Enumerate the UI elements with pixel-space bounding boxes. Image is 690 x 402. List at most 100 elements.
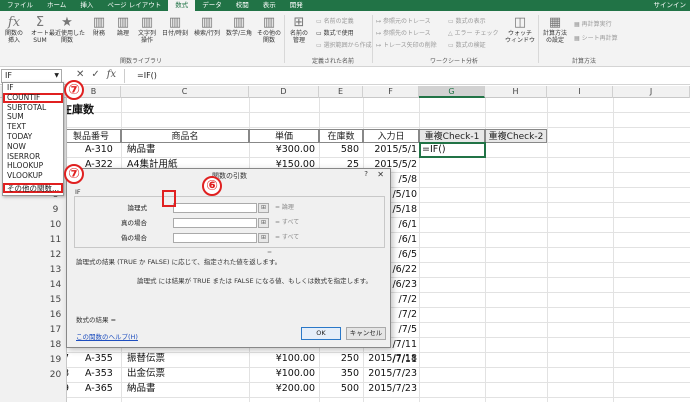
show-formulas-button[interactable]: ▭ 数式の表示 <box>448 16 486 25</box>
tab-view[interactable]: 表示 <box>256 0 283 11</box>
watch-icon: ◫ <box>513 15 527 30</box>
dialog-title: 関数の引数 <box>212 172 247 180</box>
financial-button[interactable]: ▥ 財務 <box>88 15 110 38</box>
column-header-j[interactable]: J <box>613 86 690 98</box>
close-icon[interactable]: ✕ <box>377 170 384 179</box>
row-header[interactable]: 13 <box>44 265 67 275</box>
error-checking-button[interactable]: △ エラー チェック <box>448 28 498 37</box>
column-header-i[interactable]: I <box>547 86 613 98</box>
range-select-icon[interactable]: ⊞ <box>258 233 269 243</box>
row-header[interactable]: 19 <box>44 355 67 365</box>
calculate-sheet-button[interactable]: ▦ シート再計算 <box>574 33 618 42</box>
more-functions-item[interactable]: その他の関数... <box>3 182 63 193</box>
row-header[interactable]: 18 <box>44 340 67 350</box>
logical-button[interactable]: ▥ 論理 <box>112 15 134 38</box>
function-item-text[interactable]: TEXT <box>3 122 63 132</box>
cancel-icon[interactable]: ✕ <box>76 69 84 80</box>
trace-precedents-button[interactable]: ↦ 参照元のトレース <box>376 16 431 25</box>
range-select-icon[interactable]: ⊞ <box>258 203 269 213</box>
column-header-d[interactable]: D <box>249 86 319 98</box>
column-header-g[interactable]: G <box>419 86 485 98</box>
trace-dependents-button[interactable]: ↦ 参照先のトレース <box>376 28 431 37</box>
header-dup-check-2: 重複Check-2 <box>485 129 547 143</box>
define-name-button[interactable]: ▭ 名前の定義 <box>316 16 354 25</box>
autosum-button[interactable]: Σ オート SUM <box>29 15 51 44</box>
function-item-sum[interactable]: SUM <box>3 112 63 122</box>
signin-link[interactable]: サインイン <box>654 0 690 11</box>
remove-arrows-button[interactable]: ↦ トレース矢印の削除 <box>376 40 437 49</box>
function-item-hlookup[interactable]: HLOOKUP <box>3 161 63 171</box>
tab-data[interactable]: データ <box>195 0 229 11</box>
tab-review[interactable]: 校閲 <box>229 0 256 11</box>
row-header[interactable]: 11 <box>44 235 67 245</box>
sum-icon: Σ <box>35 15 45 30</box>
watch-window-button[interactable]: ◫ ウォッチ ウィンドウ <box>505 15 535 44</box>
cancel-button[interactable]: キャンセル <box>346 327 386 340</box>
tab-formulas[interactable]: 数式 <box>168 0 196 11</box>
argument-description: 論理式 には結果が TRUE または FALSE になる値、もしくは数式を指定し… <box>137 277 372 285</box>
row-header[interactable]: 9 <box>44 205 67 215</box>
row-header[interactable]: 14 <box>44 280 67 290</box>
grid-line <box>67 127 690 128</box>
function-item-iserror[interactable]: ISERROR <box>3 152 63 162</box>
text-functions-button[interactable]: ▥ 文字列 操作 <box>136 15 158 44</box>
sheet-title: 在庫数 <box>67 103 94 116</box>
value-if-true-input[interactable] <box>173 218 257 228</box>
enter-icon[interactable]: ✓ <box>91 69 99 80</box>
logical-test-input[interactable] <box>173 203 257 213</box>
tab-developer[interactable]: 開発 <box>283 0 310 11</box>
tag-icon: ⊞ <box>293 15 305 30</box>
name-manager-button[interactable]: ⊞ 名前の 管理 <box>287 15 311 44</box>
row-header[interactable]: 17 <box>44 325 67 335</box>
fx-icon[interactable]: fx <box>107 69 116 80</box>
use-in-formula-button[interactable]: ▭ 数式で使用 <box>316 28 354 37</box>
create-from-selection-button[interactable]: ▭ 選択範囲から作成 <box>316 40 372 49</box>
calculate-now-button[interactable]: ▦ 再計算実行 <box>574 19 612 28</box>
insert-function-button[interactable]: fx 関数の 挿入 <box>3 15 25 44</box>
function-item-countif[interactable]: COUNTIF <box>3 92 63 103</box>
column-header-e[interactable]: E <box>319 86 363 98</box>
column-header-f[interactable]: F <box>363 86 419 98</box>
header-stock: 在庫数 <box>319 129 363 143</box>
more-functions-button[interactable]: ▥ その他の 関数 <box>256 15 282 44</box>
row-header[interactable]: 10 <box>44 220 67 230</box>
function-help-link[interactable]: この関数のヘルプ(H) <box>76 331 138 341</box>
range-select-icon[interactable]: ⊞ <box>258 218 269 228</box>
name-box[interactable]: IF ▼ <box>1 69 62 83</box>
function-item-subtotal[interactable]: SUBTOTAL <box>3 103 63 113</box>
grid-line <box>67 397 690 398</box>
formula-input[interactable]: =IF() <box>124 69 688 83</box>
help-icon[interactable]: ? <box>364 170 368 178</box>
tab-insert[interactable]: 挿入 <box>73 0 100 11</box>
tag-icon: ▭ <box>316 18 324 25</box>
group-calculation: 計算方法 <box>572 58 597 65</box>
ok-button[interactable]: OK <box>301 327 341 340</box>
callout-6: ⑥ <box>202 176 222 196</box>
function-result-equals: = <box>267 249 273 256</box>
math-trig-button[interactable]: ▥ 数学/三角 <box>223 15 255 38</box>
tab-home[interactable]: ホーム <box>40 0 73 11</box>
lookup-reference-button[interactable]: ▥ 検索/行列 <box>191 15 223 38</box>
chevron-down-icon[interactable]: ▼ <box>54 70 59 82</box>
row-header[interactable]: 12 <box>44 250 67 260</box>
date-time-button[interactable]: ▥ 日付/時刻 <box>160 15 190 38</box>
function-item-today[interactable]: TODAY <box>3 132 63 142</box>
recent-functions-button[interactable]: ★ 最近使用した 関数 <box>49 15 85 44</box>
function-item-vlookup[interactable]: VLOOKUP <box>3 171 63 181</box>
tab-file[interactable]: ファイル <box>0 0 40 11</box>
tab-page-layout[interactable]: ページ レイアウト <box>100 0 168 11</box>
row-header[interactable]: 20 <box>44 370 67 380</box>
evaluate-formula-button[interactable]: ▭ 数式の検証 <box>448 40 486 49</box>
calculation-options-button[interactable]: ▦ 計算方法 の設定 <box>540 15 570 44</box>
column-header-c[interactable]: C <box>121 86 249 98</box>
header-dup-check-1: 重複Check-1 <box>419 129 485 143</box>
function-item-if[interactable]: IF <box>3 83 63 93</box>
row-header[interactable]: 15 <box>44 295 67 305</box>
row-header[interactable]: 16 <box>44 310 67 320</box>
function-item-now[interactable]: NOW <box>3 142 63 152</box>
column-header-h[interactable]: H <box>485 86 547 98</box>
ribbon-tabs: ファイル ホーム 挿入 ページ レイアウト 数式 データ 校閲 表示 開発 サイ… <box>0 0 690 11</box>
formula-icon: ▭ <box>316 30 324 37</box>
value-if-false-input[interactable] <box>173 233 257 243</box>
formula-icon: ▭ <box>448 42 456 49</box>
